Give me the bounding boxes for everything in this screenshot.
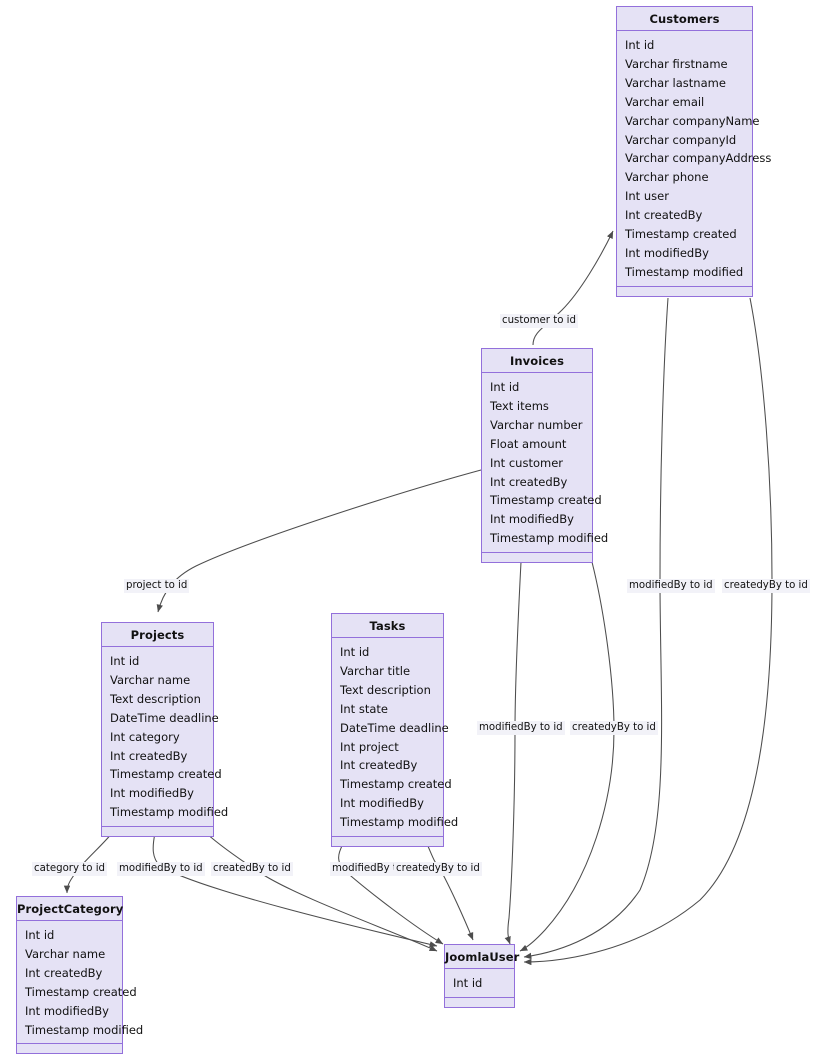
edge-label-invoices-createdby: createdyBy to id [570, 721, 658, 735]
edge-label-projects-modifiedby: modifiedBy to id [117, 862, 205, 876]
attribute: Varchar email [625, 94, 705, 109]
attribute: Int project [340, 739, 399, 754]
edge-label-customers-modifiedby: modifiedBy to id [627, 579, 715, 593]
entity-joomlauser[interactable]: JoomlaUser Int id [444, 944, 519, 1008]
edge-label-projects-createdby: createdBy to id [211, 862, 293, 876]
entity-tasks-title: Tasks [332, 614, 443, 638]
entity-projects-title: Projects [102, 623, 213, 647]
entity-projectcategory-title: ProjectCategory [17, 897, 123, 921]
attribute: Int createdBy [490, 474, 568, 489]
edge-project-to-id [156, 469, 482, 613]
attribute: Varchar number [490, 417, 583, 432]
attribute: Timestamp created [490, 493, 602, 508]
attribute: Int user [625, 189, 669, 204]
entity-tasks[interactable]: Tasks Int id Varchar title Text descript… [331, 613, 459, 848]
attribute: Timestamp modified [110, 805, 229, 820]
diagram-canvas: customer to id project to id category to… [0, 0, 816, 1059]
edge-invoices-modifiedby [504, 561, 522, 945]
entity-projects-attributes: Int id Varchar name Text description Dat… [102, 647, 229, 828]
entity-customers[interactable]: Customers Int id Varchar firstname Varch… [616, 6, 772, 297]
entity-projectcategory-footer [17, 1044, 122, 1053]
entity-invoices-title: Invoices [482, 349, 592, 373]
attribute: Text description [110, 691, 201, 706]
attribute: Int id [25, 928, 55, 942]
attribute: Varchar lastname [625, 75, 726, 90]
attribute: Varchar name [110, 672, 191, 687]
entity-projects[interactable]: Projects Int id Varchar name Text descri… [101, 622, 229, 838]
attribute: Float amount [490, 436, 567, 451]
edge-tasks-modifiedby [338, 843, 444, 945]
attribute: Varchar title [340, 663, 411, 678]
attribute: Varchar firstname [625, 56, 728, 71]
attribute: Int createdBy [625, 208, 703, 223]
attribute: Int category [110, 729, 180, 744]
edge-tasks-createdby [426, 843, 474, 941]
entity-customers-title: Customers [617, 7, 752, 31]
entity-joomlauser-footer [445, 998, 514, 1007]
entity-projectcategory-attributes: Int id Varchar name Int createdBy Timest… [17, 921, 144, 1045]
entity-projects-footer [102, 827, 213, 836]
edge-projects-modifiedby [152, 832, 438, 948]
attribute: Int state [340, 701, 388, 716]
entity-joomlauser-title: JoomlaUser [445, 945, 519, 969]
edge-label-category-to-id: category to id [32, 862, 108, 876]
edge-invoices-createdby [519, 561, 615, 952]
entity-projectcategory[interactable]: ProjectCategory Int id Varchar name Int … [16, 896, 144, 1055]
edge-label-customers-createdby: createdyBy to id [722, 579, 810, 593]
attribute: Timestamp created [110, 767, 222, 782]
attribute: Varchar companyName [625, 113, 760, 128]
attribute: Int createdBy [340, 758, 418, 773]
attribute: Int id [340, 645, 370, 659]
attribute: Timestamp modified [340, 815, 459, 830]
attribute: DateTime deadline [110, 710, 219, 725]
edge-label-invoices-modifiedby: modifiedBy to id [477, 721, 565, 735]
attribute: Int customer [490, 455, 563, 470]
attribute: Int id [453, 976, 483, 990]
attribute: Int modifiedBy [340, 796, 424, 811]
attribute: Int modifiedBy [110, 786, 194, 801]
attribute: Timestamp modified [490, 531, 609, 546]
entity-invoices-footer [482, 553, 592, 562]
attribute: Int createdBy [25, 965, 103, 980]
attribute: Varchar phone [625, 170, 709, 185]
attribute: Timestamp modified [25, 1022, 144, 1037]
entity-customers-attributes: Int id Varchar firstname Varchar lastnam… [617, 31, 772, 287]
attribute: DateTime deadline [340, 720, 449, 735]
attribute: Int modifiedBy [25, 1003, 109, 1018]
edge-label-tasks-createdby: createdyBy to id [394, 862, 482, 876]
entity-invoices[interactable]: Invoices Int id Text items Varchar numbe… [481, 348, 609, 564]
attribute: Int id [490, 380, 520, 394]
entity-tasks-attributes: Int id Varchar title Text description In… [332, 638, 459, 838]
edge-label-project-to-id: project to id [124, 579, 190, 593]
attribute: Int modifiedBy [490, 512, 574, 527]
attribute: Timestamp created [625, 227, 737, 242]
entity-customers-footer [617, 287, 752, 296]
attribute: Timestamp modified [625, 264, 744, 279]
attribute: Varchar companyAddress [625, 151, 772, 166]
entity-joomlauser-attributes: Int id [445, 969, 514, 998]
attribute: Int id [110, 654, 140, 668]
attribute: Varchar companyId [625, 132, 737, 147]
attribute: Text items [490, 398, 549, 413]
attribute: Varchar name [25, 946, 106, 961]
attribute: Timestamp created [25, 984, 137, 999]
entity-invoices-attributes: Int id Text items Varchar number Float a… [482, 373, 609, 554]
attribute: Int modifiedBy [625, 245, 709, 260]
attribute: Int createdBy [110, 748, 188, 763]
edge-label-customer-to-id: customer to id [500, 314, 578, 328]
attribute: Timestamp created [340, 777, 452, 792]
entity-tasks-footer [332, 837, 443, 846]
edge-projects-createdby [205, 832, 438, 952]
attribute: Text description [340, 682, 431, 697]
attribute: Int id [625, 38, 655, 52]
